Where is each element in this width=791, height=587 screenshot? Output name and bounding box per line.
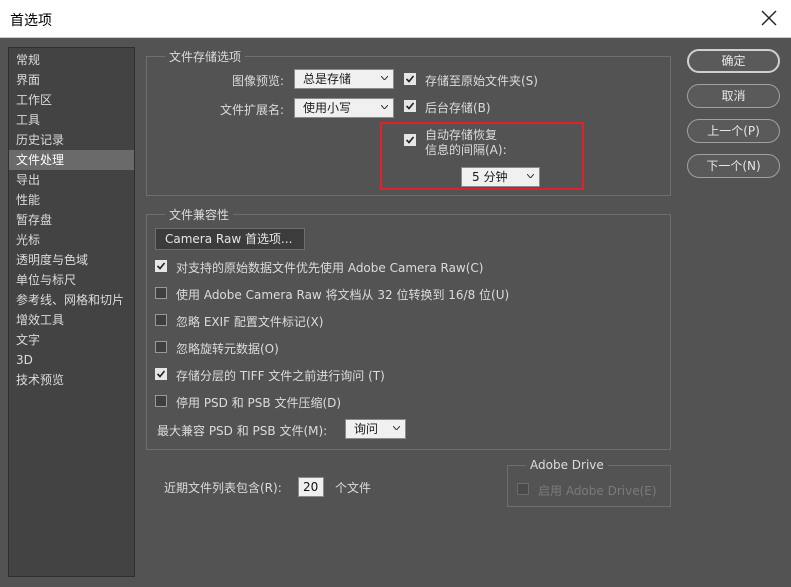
cancel-button[interactable]: 取消 — [687, 84, 780, 108]
image-preview-label: 图像预览: — [232, 74, 285, 88]
compat-option-checkbox[interactable] — [155, 314, 167, 326]
sidebar-item[interactable]: 增效工具 — [9, 310, 134, 330]
sidebar-item[interactable]: 文字 — [9, 330, 134, 350]
camera-raw-preferences-button[interactable]: Camera Raw 首选项... — [155, 228, 305, 250]
sidebar-item[interactable]: 常规 — [9, 50, 134, 70]
sidebar-item[interactable]: 3D — [9, 350, 134, 370]
recent-files-suffix: 个文件 — [335, 481, 372, 495]
compat-option-label: 忽略 EXIF 配置文件标记(X) — [176, 315, 324, 329]
sidebar-item[interactable]: 性能 — [9, 190, 134, 210]
file-save-options-legend: 文件存储选项 — [169, 50, 242, 64]
save-to-original-label: 存储至原始文件夹(S) — [425, 74, 538, 88]
file-extension-select[interactable]: 使用小写 — [294, 98, 394, 118]
compat-option-label: 对支持的原始数据文件优先使用 Adobe Camera Raw(C) — [176, 261, 484, 275]
window-title: 首选项 — [10, 13, 52, 29]
compat-option-label: 忽略旋转元数据(O) — [176, 342, 279, 356]
checkmark-icon — [406, 75, 414, 83]
max-compat-label: 最大兼容 PSD 和 PSB 文件(M): — [157, 424, 328, 438]
adobe-drive-legend: Adobe Drive — [530, 458, 604, 472]
chevron-down-icon — [393, 426, 400, 430]
sidebar-item[interactable]: 文件处理 — [9, 150, 134, 170]
auto-save-checkbox[interactable] — [404, 134, 416, 146]
title-bar: 首选项 — [0, 0, 791, 38]
chevron-down-icon — [527, 174, 534, 178]
compat-option-checkbox[interactable] — [155, 395, 167, 407]
compat-option-checkbox[interactable] — [155, 368, 167, 380]
checkmark-icon — [157, 262, 165, 270]
background-save-label: 后台存储(B) — [425, 101, 491, 115]
chevron-down-icon — [381, 105, 388, 109]
checkmark-icon — [406, 136, 414, 144]
compat-option-checkbox[interactable] — [155, 341, 167, 353]
chevron-down-icon — [381, 76, 388, 80]
sidebar-item[interactable]: 光标 — [9, 230, 134, 250]
sidebar-item[interactable]: 参考线、网格和切片 — [9, 290, 134, 310]
image-preview-select[interactable]: 总是存储 — [294, 69, 394, 89]
compat-option-checkbox[interactable] — [155, 287, 167, 299]
sidebar-item[interactable]: 工具 — [9, 110, 134, 130]
sidebar-item[interactable]: 暂存盘 — [9, 210, 134, 230]
sidebar-item[interactable]: 工作区 — [9, 90, 134, 110]
file-extension-label: 文件扩展名: — [220, 103, 285, 117]
image-preview-value: 总是存储 — [303, 72, 352, 86]
checkmark-icon — [406, 102, 414, 110]
sidebar-item[interactable]: 历史记录 — [9, 130, 134, 150]
background-save-checkbox[interactable] — [404, 100, 416, 112]
preferences-sidebar: 常规 界面 工作区 工具 历史记录 文件处理 导出 性能 暂存盘 光标 透明度与色域 单位与标尺 参考线… — [8, 47, 135, 577]
sidebar-item[interactable]: 技术预览 — [9, 370, 134, 390]
file-compatibility-legend: 文件兼容性 — [169, 208, 230, 222]
sidebar-item[interactable]: 单位与标尺 — [9, 270, 134, 290]
interval-label: 信息的间隔(A): — [425, 143, 507, 157]
max-compat-value: 询问 — [354, 422, 379, 436]
file-extension-value: 使用小写 — [303, 101, 352, 115]
compat-option-label: 停用 PSD 和 PSB 文件压缩(D) — [176, 396, 342, 410]
recent-files-label: 近期文件列表包含(R): — [164, 481, 282, 495]
checkmark-icon — [157, 370, 165, 378]
ok-button[interactable]: 确定 — [687, 49, 780, 73]
compat-option-label: 使用 Adobe Camera Raw 将文档从 32 位转换到 16/8 位(… — [176, 288, 510, 302]
compat-option-label: 存储分层的 TIFF 文件之前进行询问 (T) — [176, 369, 385, 383]
sidebar-item[interactable]: 导出 — [9, 170, 134, 190]
previous-button[interactable]: 上一个(P) — [687, 119, 780, 143]
close-icon[interactable] — [757, 6, 781, 30]
auto-save-interval-value: 5 分钟 — [472, 170, 508, 184]
enable-adobe-drive-label: 启用 Adobe Drive(E) — [538, 484, 657, 498]
compat-option-checkbox[interactable] — [155, 260, 167, 272]
save-to-original-checkbox[interactable] — [404, 73, 416, 85]
next-button[interactable]: 下一个(N) — [687, 154, 780, 178]
sidebar-item[interactable]: 界面 — [9, 70, 134, 90]
enable-adobe-drive-checkbox[interactable] — [517, 483, 529, 495]
sidebar-item[interactable]: 透明度与色域 — [9, 250, 134, 270]
recent-files-count-input[interactable]: 20 — [298, 477, 324, 497]
auto-save-interval-select[interactable]: 5 分钟 — [461, 167, 540, 187]
max-compat-select[interactable]: 询问 — [345, 419, 406, 439]
